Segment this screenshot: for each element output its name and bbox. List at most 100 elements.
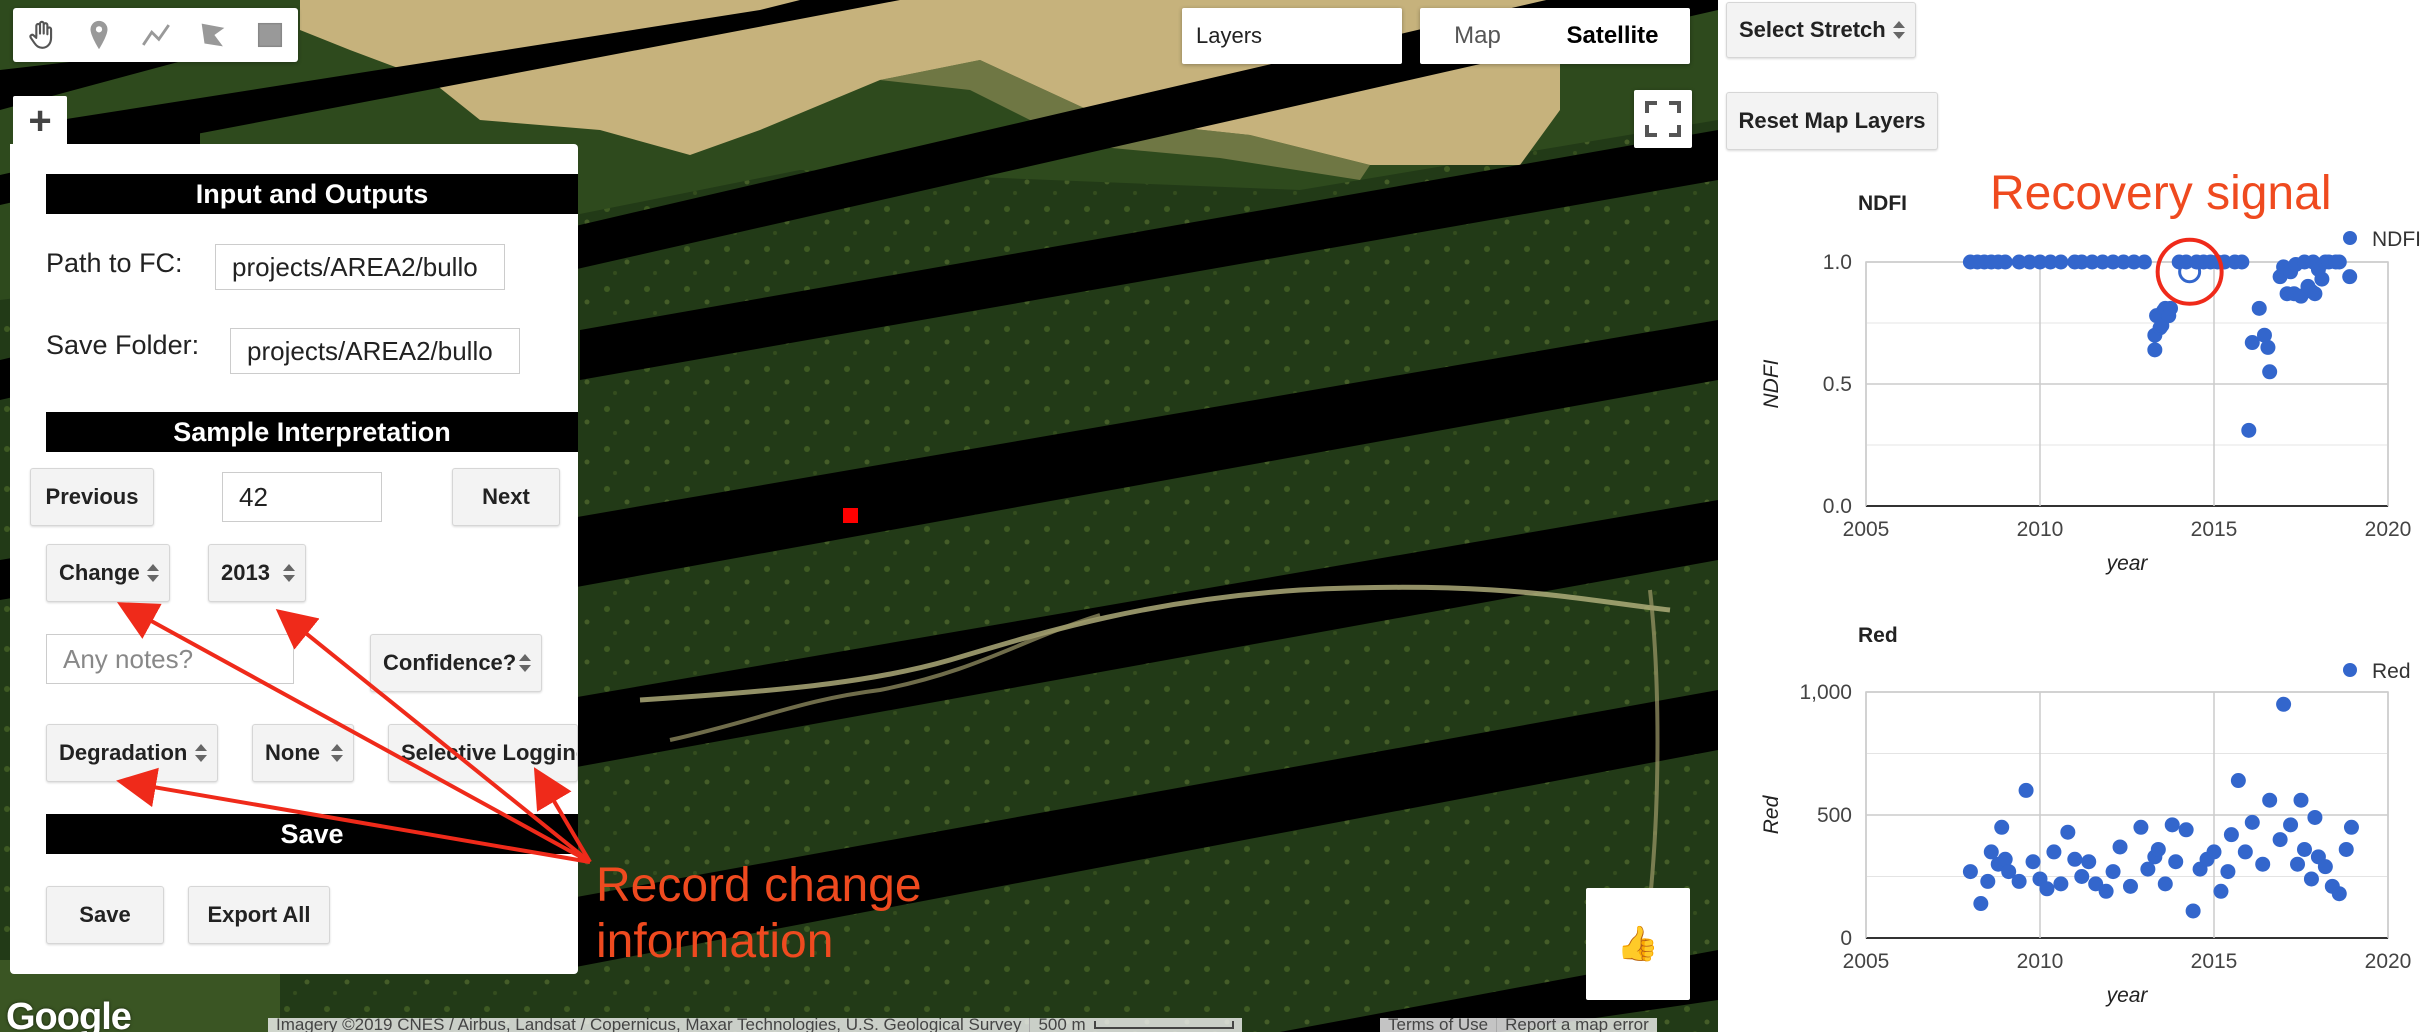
- section-header-io: Input and Outputs: [46, 174, 578, 214]
- stretch-select[interactable]: Select Stretch: [1726, 2, 1916, 58]
- data-point: [2331, 254, 2347, 270]
- data-point: [2133, 819, 2149, 835]
- data-point: [2293, 792, 2309, 808]
- data-point: [2307, 809, 2323, 825]
- annotation-record-line1: Record change: [596, 859, 922, 912]
- save-folder-label: Save Folder:: [46, 330, 200, 360]
- data-point: [2060, 824, 2076, 840]
- recovery-highlight-circle: [2155, 237, 2224, 306]
- x-tick-label: 2020: [2365, 950, 2412, 973]
- data-point: [2303, 871, 2319, 887]
- y-tick-label: 0.0: [1823, 495, 1852, 518]
- degradation-type-select[interactable]: Selective Logging: [388, 724, 578, 782]
- map-type-satellite[interactable]: Satellite: [1535, 8, 1690, 64]
- drawing-toolbar: [13, 8, 298, 62]
- y-tick-label: 500: [1817, 804, 1852, 827]
- data-point: [2011, 873, 2027, 889]
- report-error-link[interactable]: Report a map error: [1496, 1016, 1657, 1032]
- data-point: [2223, 827, 2239, 843]
- path-input[interactable]: projects/AREA2/bullo: [215, 244, 505, 290]
- section-header-save: Save: [46, 814, 578, 854]
- data-point: [2314, 271, 2330, 287]
- marker-icon[interactable]: [70, 8, 127, 62]
- map-view[interactable]: Layers Map Satellite + 👍 Google Imagery …: [0, 0, 1718, 1032]
- data-point: [1994, 819, 2010, 835]
- data-point: [2343, 819, 2359, 835]
- layers-button[interactable]: Layers: [1182, 8, 1402, 64]
- interpretation-panel: Input and Outputs Path to FC: projects/A…: [10, 144, 578, 974]
- map-type-control: Map Satellite: [1420, 8, 1690, 64]
- data-point: [2067, 851, 2083, 867]
- legend-label: Red: [2372, 660, 2411, 683]
- scale-bar: 500 m: [1029, 1018, 1241, 1032]
- y-tick-label: 1.0: [1823, 251, 1852, 274]
- x-tick-label: 2020: [2365, 518, 2412, 541]
- data-point: [2338, 841, 2354, 857]
- data-point: [2342, 269, 2358, 285]
- data-point: [2251, 300, 2267, 316]
- line-icon[interactable]: [127, 8, 184, 62]
- fullscreen-button[interactable]: [1634, 90, 1692, 148]
- rectangle-icon[interactable]: [241, 8, 298, 62]
- map-links: Terms of Use Report a map error: [1380, 1016, 1657, 1032]
- data-point: [2317, 859, 2333, 875]
- data-point: [2157, 876, 2173, 892]
- data-point: [2260, 339, 2276, 355]
- data-point: [2290, 856, 2306, 872]
- data-point: [2164, 817, 2180, 833]
- polygon-icon[interactable]: [184, 8, 241, 62]
- select-arrows-icon: [147, 564, 159, 582]
- data-point: [2241, 422, 2257, 438]
- agent-select[interactable]: None: [252, 724, 354, 782]
- data-point: [2185, 903, 2201, 919]
- select-arrows-icon: [331, 744, 343, 762]
- select-arrows-icon: [195, 744, 207, 762]
- data-point: [2255, 856, 2271, 872]
- data-point: [2220, 864, 2236, 880]
- map-attribution: Imagery ©2019 CNES / Airbus, Landsat / C…: [268, 1018, 1242, 1032]
- select-arrows-icon: [519, 654, 531, 672]
- previous-button[interactable]: Previous: [30, 468, 154, 526]
- zoom-in-button[interactable]: +: [13, 96, 67, 146]
- degradation-select[interactable]: Degradation: [46, 724, 218, 782]
- confidence-select[interactable]: Confidence?: [370, 634, 542, 692]
- data-point: [2150, 841, 2166, 857]
- sample-index-input[interactable]: 42: [222, 472, 382, 522]
- save-button[interactable]: Save: [46, 886, 164, 944]
- x-tick-label: 2010: [2017, 950, 2064, 973]
- x-tick-label: 2005: [1843, 950, 1890, 973]
- data-point: [2272, 832, 2288, 848]
- next-button[interactable]: Next: [452, 468, 560, 526]
- reset-map-layers-button[interactable]: Reset Map Layers: [1726, 92, 1938, 150]
- y-axis-title: NDFI: [1760, 359, 1783, 408]
- map-type-map[interactable]: Map: [1420, 8, 1535, 64]
- hand-icon[interactable]: [13, 8, 70, 62]
- degradation-type-value: Selective Logging: [401, 740, 578, 765]
- terms-link[interactable]: Terms of Use: [1380, 1016, 1496, 1032]
- legend-label: NDFI: [2372, 228, 2421, 251]
- section-header-sample: Sample Interpretation: [46, 412, 578, 452]
- data-point: [2025, 854, 2041, 870]
- year-select-value: 2013: [221, 560, 270, 585]
- data-point: [2147, 342, 2163, 358]
- data-point: [2307, 286, 2323, 302]
- data-point: [2039, 881, 2055, 897]
- data-point: [2168, 854, 2184, 870]
- change-select-value: Change: [59, 560, 140, 585]
- select-arrows-icon: [283, 564, 295, 582]
- data-point: [2283, 817, 2299, 833]
- thumbs-up-button[interactable]: 👍: [1586, 888, 1690, 1000]
- change-select[interactable]: Change: [46, 544, 170, 602]
- data-point: [2234, 254, 2250, 270]
- export-all-button[interactable]: Export All: [188, 886, 330, 944]
- select-arrows-icon: [1893, 21, 1905, 39]
- annotation-record-line2: information: [596, 915, 834, 968]
- notes-input[interactable]: Any notes?: [46, 634, 294, 684]
- year-select[interactable]: 2013: [208, 544, 306, 602]
- google-logo: Google: [6, 996, 132, 1032]
- x-axis-title: year: [2105, 984, 2149, 1007]
- path-label: Path to FC:: [46, 248, 183, 278]
- sample-point-marker: [843, 508, 858, 523]
- legend-marker: [2343, 663, 2357, 677]
- save-folder-input[interactable]: projects/AREA2/bullo: [230, 328, 520, 374]
